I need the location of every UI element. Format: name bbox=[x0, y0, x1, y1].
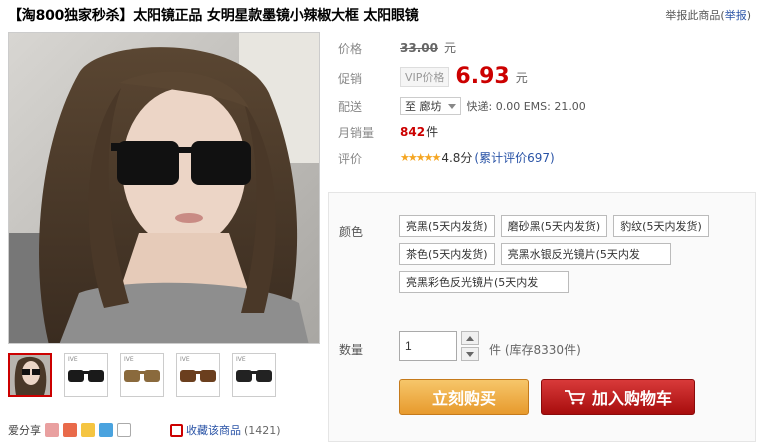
share-bar: 爱分享 bbox=[8, 422, 131, 438]
currency-unit: 元 bbox=[515, 70, 528, 85]
stock-info: 件 (库存8330件) bbox=[489, 341, 581, 358]
buy-now-button[interactable]: 立刻购买 bbox=[399, 379, 529, 415]
shipping-label: 配送 bbox=[338, 100, 363, 114]
rating-label: 评价 bbox=[338, 152, 363, 166]
thumbnail-3[interactable]: IVE bbox=[120, 353, 164, 397]
chevron-down-icon bbox=[447, 103, 456, 109]
share-more-icon[interactable] bbox=[117, 423, 131, 437]
thumbnail-1[interactable] bbox=[8, 353, 52, 397]
price-label: 价格 bbox=[338, 42, 363, 56]
share-label: 爱分享 bbox=[8, 424, 41, 437]
vip-price-badge: VIP价格 bbox=[400, 67, 450, 87]
shipping-destination-select[interactable]: 至 廊坊 bbox=[400, 97, 461, 115]
promo-label: 促销 bbox=[338, 72, 363, 86]
favorite-product[interactable]: 收藏该商品 (1421) bbox=[170, 422, 281, 438]
share-weibo-icon[interactable] bbox=[63, 423, 77, 437]
thumb-brand-label: IVE bbox=[236, 356, 246, 363]
promo-price: 6.93 bbox=[455, 64, 510, 89]
quantity-label: 数量 bbox=[339, 343, 364, 357]
thumb-brand-label: IVE bbox=[68, 356, 78, 363]
quantity-decrease-button[interactable] bbox=[461, 347, 479, 361]
original-price: 33.00 bbox=[400, 40, 438, 55]
main-product-image[interactable] bbox=[8, 32, 320, 344]
share-qq-icon[interactable] bbox=[45, 423, 59, 437]
arrow-down-icon bbox=[466, 351, 474, 357]
currency-unit: 元 bbox=[443, 41, 456, 55]
sales-label: 月销量 bbox=[338, 126, 375, 140]
purchase-options: 颜色 亮黑(5天内发货) 磨砂黑(5天内发货) 豹纹(5天内发货) 茶色(5天内… bbox=[328, 192, 756, 442]
share-qzone-icon[interactable] bbox=[81, 423, 95, 437]
product-properties: 价格 33.00 元 促销 VIP价格 6.93 元 配送 至 廊坊 快递: 0… bbox=[338, 36, 748, 172]
arrow-up-icon bbox=[466, 335, 474, 341]
report-link[interactable]: 举报 bbox=[725, 9, 747, 22]
sales-unit: 件 bbox=[426, 125, 439, 139]
cart-icon bbox=[564, 390, 586, 405]
rating-row: 评价 ★★★★★ 4.8分 (累计评价697) bbox=[338, 146, 748, 172]
product-photo bbox=[9, 33, 319, 343]
favorite-icon bbox=[170, 423, 183, 437]
add-to-cart-button[interactable]: 加入购物车 bbox=[541, 379, 695, 415]
quantity-input[interactable] bbox=[399, 331, 457, 361]
share-other-icon[interactable] bbox=[99, 423, 113, 437]
color-option[interactable]: 亮黑水银反光镜片(5天内发 bbox=[500, 243, 671, 265]
sales-count: 842 bbox=[400, 124, 426, 139]
quantity-unit: 件 bbox=[489, 343, 502, 357]
thumb-brand-label: IVE bbox=[124, 356, 134, 363]
rating-score: 4.8分 bbox=[441, 151, 473, 165]
color-option[interactable]: 亮黑(5天内发货) bbox=[399, 215, 495, 237]
thumbnail-5[interactable]: IVE bbox=[232, 353, 276, 397]
thumbnail-photo-icon bbox=[10, 355, 50, 395]
thumbnail-2[interactable]: IVE bbox=[64, 353, 108, 397]
color-option[interactable]: 磨砂黑(5天内发货) bbox=[500, 215, 608, 237]
favorite-label: 收藏该商品 bbox=[186, 424, 241, 437]
thumbnail-strip: IVE IVE IVE IVE bbox=[8, 353, 276, 397]
review-count-link[interactable]: (累计评价697) bbox=[474, 149, 554, 166]
color-options: 亮黑(5天内发货) 磨砂黑(5天内发货) 豹纹(5天内发货) 茶色(5天内发货)… bbox=[399, 215, 739, 293]
color-option[interactable]: 豹纹(5天内发货) bbox=[613, 215, 709, 237]
add-to-cart-label: 加入购物车 bbox=[591, 389, 672, 408]
shipping-row: 配送 至 廊坊 快递: 0.00 EMS: 21.00 bbox=[338, 94, 748, 120]
stock-count: (库存8330件) bbox=[504, 343, 581, 357]
product-title: 【淘800独家秒杀】太阳镜正品 女明星款墨镜小辣椒大框 太阳眼镜 bbox=[8, 8, 419, 24]
color-label: 颜色 bbox=[339, 225, 364, 239]
favorite-count: (1421) bbox=[244, 423, 281, 437]
star-rating-icon: ★★★★★ bbox=[400, 151, 441, 164]
promo-row: 促销 VIP价格 6.93 元 bbox=[338, 62, 748, 94]
shipping-fee: 快递: 0.00 EMS: 21.00 bbox=[466, 100, 586, 113]
price-row: 价格 33.00 元 bbox=[338, 36, 748, 62]
color-option[interactable]: 茶色(5天内发货) bbox=[399, 243, 495, 265]
thumbnail-4[interactable]: IVE bbox=[176, 353, 220, 397]
thumb-brand-label: IVE bbox=[180, 356, 190, 363]
shipping-destination: 至 廊坊 bbox=[405, 100, 442, 113]
color-option[interactable]: 亮黑彩色反光镜片(5天内发 bbox=[399, 271, 569, 293]
sales-row: 月销量 842 件 bbox=[338, 120, 748, 146]
report-text: 举报此商品( bbox=[665, 9, 725, 22]
report-close-paren: ) bbox=[746, 9, 751, 22]
quantity-increase-button[interactable] bbox=[461, 331, 479, 345]
report-product: 举报此商品(举报) bbox=[665, 7, 751, 23]
